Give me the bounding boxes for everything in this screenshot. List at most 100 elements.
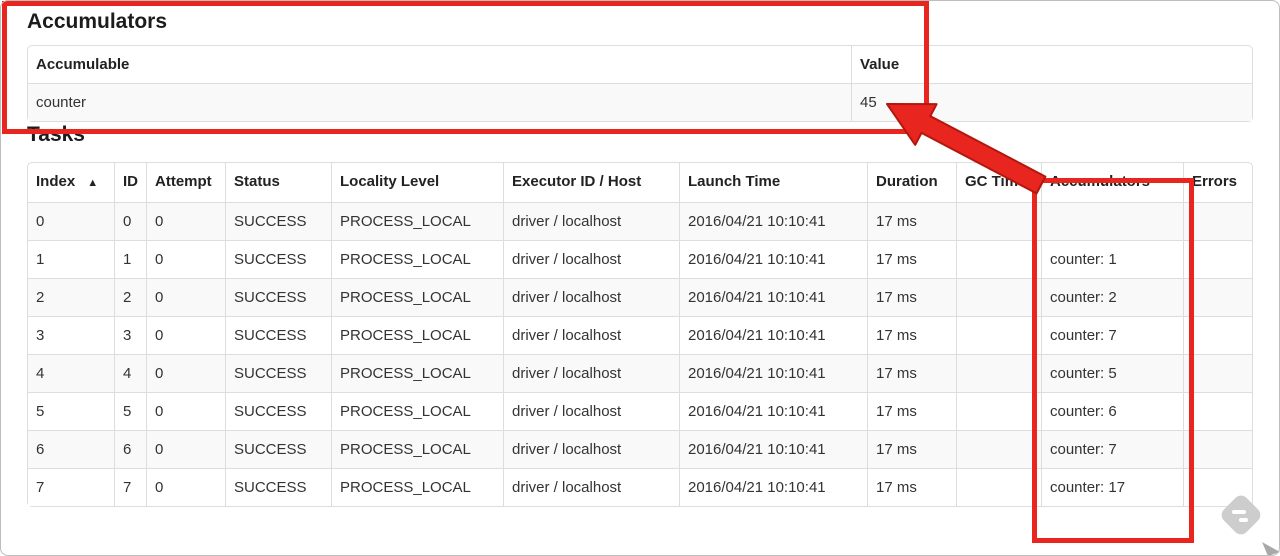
cell-gc-time — [956, 430, 1041, 468]
accumulator-row: counter 45 — [28, 83, 1252, 121]
cell-id: 5 — [114, 392, 146, 430]
task-row-5: 5 5 0 SUCCESS PROCESS_LOCAL driver / loc… — [28, 392, 1252, 430]
tasks-header-launch-time[interactable]: Launch Time — [679, 163, 867, 202]
cell-executor: driver / localhost — [503, 240, 679, 278]
cell-id: 1 — [114, 240, 146, 278]
accumulable-column-header: Accumulable — [36, 56, 130, 73]
cell-id: 3 — [114, 316, 146, 354]
cell-attempt: 0 — [146, 240, 225, 278]
cell-locality: PROCESS_LOCAL — [331, 392, 503, 430]
tasks-header-gc-time[interactable]: GC Time — [956, 163, 1041, 202]
mouse-cursor-icon — [1262, 542, 1280, 556]
cell-errors — [1183, 278, 1252, 316]
cell-gc-time — [956, 240, 1041, 278]
cell-locality: PROCESS_LOCAL — [331, 354, 503, 392]
cell-locality: PROCESS_LOCAL — [331, 278, 503, 316]
cell-duration: 17 ms — [867, 278, 956, 316]
cell-duration: 17 ms — [867, 316, 956, 354]
cell-gc-time — [956, 202, 1041, 240]
cell-duration: 17 ms — [867, 202, 956, 240]
cell-id: 0 — [114, 202, 146, 240]
cell-accumulators: counter: 2 — [1041, 278, 1183, 316]
cell-attempt: 0 — [146, 278, 225, 316]
cell-launch-time: 2016/04/21 10:10:41 — [679, 240, 867, 278]
task-row-3: 3 3 0 SUCCESS PROCESS_LOCAL driver / loc… — [28, 316, 1252, 354]
cell-gc-time — [956, 392, 1041, 430]
tasks-section-title: Tasks — [27, 123, 85, 146]
cell-gc-time — [956, 468, 1041, 506]
cell-executor: driver / localhost — [503, 392, 679, 430]
cell-index: 0 — [28, 202, 114, 240]
cell-accumulators: counter: 7 — [1041, 316, 1183, 354]
cell-errors — [1183, 354, 1252, 392]
tasks-header-duration[interactable]: Duration — [867, 163, 956, 202]
cell-duration: 17 ms — [867, 430, 956, 468]
cell-locality: PROCESS_LOCAL — [331, 430, 503, 468]
cell-duration: 17 ms — [867, 240, 956, 278]
cell-status: SUCCESS — [225, 392, 331, 430]
tasks-header-executor-id-host[interactable]: Executor ID / Host — [503, 163, 679, 202]
tasks-header-attempt[interactable]: Attempt — [146, 163, 225, 202]
cell-duration: 17 ms — [867, 392, 956, 430]
cell-attempt: 0 — [146, 430, 225, 468]
cell-index: 3 — [28, 316, 114, 354]
cell-index: 1 — [28, 240, 114, 278]
cell-errors — [1183, 240, 1252, 278]
cell-attempt: 0 — [146, 468, 225, 506]
cell-launch-time: 2016/04/21 10:10:41 — [679, 202, 867, 240]
cell-index: 6 — [28, 430, 114, 468]
tasks-header-locality-level[interactable]: Locality Level — [331, 163, 503, 202]
tasks-header-accumulators[interactable]: Accumulators — [1041, 163, 1183, 202]
tasks-header-id[interactable]: ID — [114, 163, 146, 202]
cell-accumulators: counter: 6 — [1041, 392, 1183, 430]
accumulators-table: Accumulable Value counter 45 — [27, 45, 1253, 122]
tasks-header-index-label: Index — [36, 173, 76, 190]
cell-index: 2 — [28, 278, 114, 316]
cell-status: SUCCESS — [225, 354, 331, 392]
cell-index: 4 — [28, 354, 114, 392]
task-row-4: 4 4 0 SUCCESS PROCESS_LOCAL driver / loc… — [28, 354, 1252, 392]
tasks-header-row: Index ▲ ID Attempt Status Locality Level … — [28, 163, 1252, 202]
cell-id: 7 — [114, 468, 146, 506]
cell-status: SUCCESS — [225, 468, 331, 506]
cell-launch-time: 2016/04/21 10:10:41 — [679, 468, 867, 506]
page-body: Accumulators Accumulable Value counter 4… — [0, 0, 1280, 507]
cell-launch-time: 2016/04/21 10:10:41 — [679, 354, 867, 392]
cell-gc-time — [956, 354, 1041, 392]
cell-errors — [1183, 392, 1252, 430]
cell-id: 2 — [114, 278, 146, 316]
cell-executor: driver / localhost — [503, 354, 679, 392]
cell-executor: driver / localhost — [503, 278, 679, 316]
tasks-header-index[interactable]: Index ▲ — [28, 163, 114, 202]
cell-errors — [1183, 316, 1252, 354]
tasks-header-status[interactable]: Status — [225, 163, 331, 202]
cell-accumulators: counter: 17 — [1041, 468, 1183, 506]
cell-attempt: 0 — [146, 392, 225, 430]
cell-errors — [1183, 468, 1252, 506]
cell-launch-time: 2016/04/21 10:10:41 — [679, 278, 867, 316]
cell-locality: PROCESS_LOCAL — [331, 316, 503, 354]
task-row-2: 2 2 0 SUCCESS PROCESS_LOCAL driver / loc… — [28, 278, 1252, 316]
cell-launch-time: 2016/04/21 10:10:41 — [679, 392, 867, 430]
cell-executor: driver / localhost — [503, 316, 679, 354]
cell-accumulators: counter: 5 — [1041, 354, 1183, 392]
cell-gc-time — [956, 278, 1041, 316]
cell-executor: driver / localhost — [503, 430, 679, 468]
task-row-1: 1 1 0 SUCCESS PROCESS_LOCAL driver / loc… — [28, 240, 1252, 278]
cell-index: 7 — [28, 468, 114, 506]
cell-accumulators: counter: 1 — [1041, 240, 1183, 278]
tasks-header-errors[interactable]: Errors — [1183, 163, 1252, 202]
cell-executor: driver / localhost — [503, 202, 679, 240]
task-row-6: 6 6 0 SUCCESS PROCESS_LOCAL driver / loc… — [28, 430, 1252, 468]
cell-status: SUCCESS — [225, 316, 331, 354]
value-column-header: Value — [851, 46, 1252, 83]
cell-errors — [1183, 202, 1252, 240]
accumulators-section-title: Accumulators — [27, 10, 168, 33]
cell-id: 4 — [114, 354, 146, 392]
cell-status: SUCCESS — [225, 430, 331, 468]
cell-status: SUCCESS — [225, 278, 331, 316]
cell-locality: PROCESS_LOCAL — [331, 468, 503, 506]
task-row-7: 7 7 0 SUCCESS PROCESS_LOCAL driver / loc… — [28, 468, 1252, 506]
cell-locality: PROCESS_LOCAL — [331, 202, 503, 240]
accumulators-header-row: Accumulable Value — [28, 46, 1252, 83]
